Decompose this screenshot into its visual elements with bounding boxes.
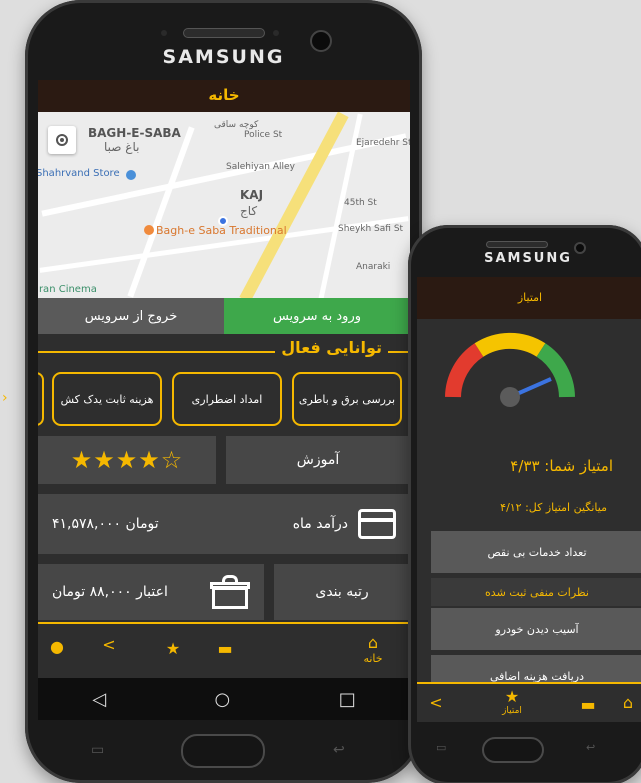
page-title: خانه <box>38 80 410 112</box>
map-view[interactable]: BAGH-E-SABA باغ صبا Shahrvand Store KAJ … <box>38 112 410 298</box>
share-icon: < <box>102 635 116 654</box>
gauge-hub <box>500 387 520 407</box>
nav-home[interactable]: ⌂ <box>613 694 641 712</box>
recent-key-icon: ▭ <box>436 741 447 754</box>
sensor-dot <box>161 30 167 36</box>
gauge-yellow-segment <box>474 332 546 357</box>
home-button[interactable]: ○ <box>215 689 231 710</box>
gauge-min-label: 0 <box>451 406 456 407</box>
map-label: BAGH-E-SABA <box>88 126 181 140</box>
user-icon: ● <box>50 637 64 656</box>
income-value: ۴۱,۵۷۸,۰۰۰ تومان <box>52 516 159 532</box>
nav-rating[interactable]: ★ امتیاز <box>497 687 527 717</box>
divider <box>38 351 288 353</box>
rating-stars: ★★★★☆ <box>38 436 216 484</box>
phone-brand: SAMSUNG <box>162 46 285 68</box>
phone-speaker <box>486 241 548 248</box>
enter-service-button[interactable]: ورود به سرویس <box>224 298 410 334</box>
phone-brand: SAMSUNG <box>484 251 572 266</box>
nav-home-label: خانه <box>363 652 383 665</box>
store-pin-icon <box>126 170 136 180</box>
side-phone: SAMSUNG امتیاز 0 5 امتیاز شما: ۴/۳۳ میان… <box>408 225 641 783</box>
page-title: امتیاز <box>417 277 641 319</box>
gauge-max-label: 5 <box>565 406 570 407</box>
map-label: کاج <box>240 204 258 218</box>
map-label: KAJ <box>240 188 264 202</box>
map-label: 45th St <box>344 198 377 208</box>
locate-icon <box>56 134 68 146</box>
map-label: Iran Cinema <box>38 284 97 295</box>
share-icon: < <box>429 693 443 712</box>
physical-home-key[interactable] <box>482 737 544 763</box>
main-screen: خانه BAGH-E-SABA باغ صبا Shahrvand Store… <box>38 80 410 678</box>
skill-battery-check[interactable]: بررسی برق و باطری <box>292 372 402 426</box>
map-label: Ejaredehr St <box>356 138 410 148</box>
locate-button[interactable] <box>48 126 76 154</box>
nav-rating-label: امتیاز <box>502 706 522 716</box>
training-button[interactable]: آموزش <box>226 436 410 484</box>
gift-icon <box>210 575 250 609</box>
main-phone: SAMSUNG خانه BAGH-E-SABA باغ صبا Shahrva… <box>25 0 422 783</box>
gauge-red-segment <box>445 343 484 398</box>
sensor-dot <box>273 30 279 36</box>
active-skills-header: توانایی فعال <box>38 338 410 364</box>
android-nav-bar: ◁ ○ □ <box>38 678 410 720</box>
rating-screen: امتیاز 0 5 امتیاز شما: ۴/۳۳ میانگین امتی… <box>417 277 641 722</box>
ranking-button[interactable]: رتبه بندی <box>274 564 410 620</box>
nav-rating[interactable]: ★ <box>158 640 188 658</box>
phone-speaker <box>183 28 265 38</box>
nav-wallet[interactable]: ▬ <box>573 696 603 714</box>
wallet-icon: ▬ <box>580 695 596 714</box>
flawless-services-item[interactable]: تعداد خدمات بی نقص <box>431 531 641 573</box>
nav-share[interactable]: < <box>421 694 451 712</box>
star-icon: ★ <box>165 639 181 658</box>
skill-towing[interactable]: هزینه ثابت یدک کش <box>52 372 162 426</box>
recent-key-icon: ▭ <box>91 742 105 758</box>
wallet-icon: ▬ <box>217 639 233 658</box>
map-label: Salehiyan Alley <box>226 162 295 172</box>
your-score: امتیاز شما: ۴/۳۳ <box>510 457 613 475</box>
divider <box>388 351 410 353</box>
service-toggle: خروج از سرویس ورود به سرویس <box>38 298 410 334</box>
home-icon: ⌂ <box>367 633 379 652</box>
rating-gauge: 0 5 <box>445 332 575 407</box>
negative-reviews-header: نظرات منفی ثبت شده <box>431 578 641 606</box>
arrow-marker-icon: › <box>2 390 8 406</box>
nav-share[interactable]: < <box>94 636 124 654</box>
bottom-nav: ⌂ ▬ ★ امتیاز < <box>417 682 641 722</box>
skill-partial[interactable] <box>38 372 44 426</box>
nav-profile[interactable]: ● <box>42 638 72 656</box>
back-key-icon: ↩ <box>333 742 345 758</box>
monthly-income-card[interactable]: ۴۱,۵۷۸,۰۰۰ تومان درآمد ماه <box>38 494 410 554</box>
income-label: درآمد ماه <box>292 516 348 532</box>
recent-apps-button[interactable]: □ <box>339 689 356 710</box>
credit-card-icon <box>358 509 396 539</box>
bottom-nav: ⌂ خانه ▬ ★ < ● <box>38 622 410 678</box>
star-icon: ★ <box>504 687 520 706</box>
place-pin-icon <box>144 225 154 235</box>
exit-service-button[interactable]: خروج از سرویس <box>38 298 224 334</box>
average-score: میانگین امتیاز کل: ۴/۱۲ <box>500 501 607 514</box>
skills-list: بررسی برق و باطری امداد اضطراری هزینه ثا… <box>38 372 410 428</box>
credit-card[interactable]: اعتبار ۸۸,۰۰۰ تومان <box>38 564 264 620</box>
gauge-green-segment <box>536 343 575 398</box>
back-button[interactable]: ◁ <box>92 689 106 710</box>
nav-wallet[interactable]: ▬ <box>210 640 240 658</box>
credit-value: اعتبار ۸۸,۰۰۰ تومان <box>52 584 168 600</box>
physical-home-key[interactable] <box>181 734 265 768</box>
map-label: Shahrvand Store <box>38 168 120 179</box>
map-label: باغ صبا <box>104 140 140 154</box>
vehicle-damage-item[interactable]: آسیب دیدن خودرو <box>431 608 641 650</box>
back-key-icon: ↩ <box>586 741 596 754</box>
nav-home[interactable]: ⌂ خانه <box>358 633 388 666</box>
section-title: توانایی فعال <box>275 338 388 357</box>
home-icon: ⌂ <box>622 693 634 712</box>
map-label: کوچه ساقی <box>214 120 259 130</box>
map-label: Bagh-e Saba Traditional <box>156 224 287 237</box>
map-label: Sheykh Safi St <box>338 224 404 234</box>
map-label: Anaraki <box>356 262 391 272</box>
income-label-group: درآمد ماه <box>293 509 396 539</box>
skill-emergency[interactable]: امداد اضطراری <box>172 372 282 426</box>
map-label: Police St <box>244 130 283 140</box>
